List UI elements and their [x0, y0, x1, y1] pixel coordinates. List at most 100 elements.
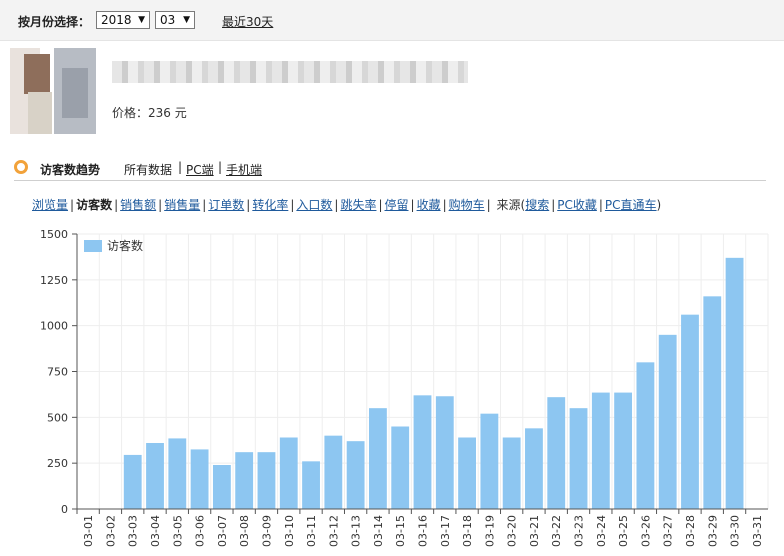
bullet-icon: [14, 160, 28, 174]
bar-03-28: [681, 314, 699, 509]
year-select[interactable]: 2018 ▼: [96, 11, 150, 29]
metric-link-1[interactable]: 访客数: [76, 198, 112, 212]
x-tick-label: 03-29: [706, 515, 719, 547]
x-tick-label: 03-13: [350, 515, 363, 547]
chevron-down-icon: ▼: [138, 15, 145, 25]
bar-03-26: [636, 362, 655, 509]
source-link-1[interactable]: PC收藏: [557, 198, 597, 212]
bar-03-04: [146, 443, 164, 509]
separator: |: [410, 198, 415, 212]
separator: |: [486, 198, 491, 212]
metric-link-6[interactable]: 入口数: [296, 198, 332, 212]
legend-label: 访客数: [107, 238, 143, 253]
trend-header: 访客数趋势 所有数据 | PC端 | 手机端: [14, 158, 766, 181]
recent-30-days-link[interactable]: 最近30天: [222, 13, 273, 30]
x-tick-label: 03-05: [171, 515, 184, 547]
bar-03-25: [614, 392, 633, 509]
chevron-down-icon: ▼: [183, 15, 190, 25]
bar-03-03: [123, 454, 142, 509]
bar-03-23: [569, 408, 588, 509]
separator: |: [334, 198, 339, 212]
metric-link-10[interactable]: 购物车: [449, 198, 485, 212]
bar-03-06: [190, 449, 209, 509]
metric-link-0[interactable]: 浏览量: [32, 198, 68, 212]
bar-03-07: [212, 465, 231, 509]
metric-link-4[interactable]: 订单数: [208, 198, 244, 212]
y-tick-label: 0: [61, 503, 68, 516]
x-tick-label: 03-03: [127, 515, 140, 547]
product-thumbnail[interactable]: [10, 48, 96, 134]
bar-03-05: [168, 438, 187, 509]
source-link-2[interactable]: PC直通车: [605, 198, 657, 212]
metric-link-7[interactable]: 跳失率: [340, 198, 376, 212]
x-tick-label: 03-22: [550, 515, 563, 547]
bar-03-18: [458, 437, 476, 509]
x-tick-label: 03-30: [729, 515, 742, 547]
bar-03-16: [413, 395, 432, 509]
x-tick-label: 03-26: [639, 515, 652, 547]
x-tick-label: 03-02: [104, 515, 117, 547]
tab-all-data[interactable]: 所有数据: [124, 161, 172, 178]
metric-link-list: 浏览量 | 访客数 | 销售额 | 销售量 | 订单数 | 转化率 | 入口数 | 跳失率 | 停留 | 收藏 | 购物…: [32, 198, 662, 212]
x-tick-label: 03-08: [238, 515, 251, 547]
separator: |: [551, 198, 556, 212]
x-tick-label: 03-31: [751, 515, 764, 547]
y-tick-label: 1500: [40, 228, 68, 241]
separator: |: [246, 198, 251, 212]
x-tick-label: 03-09: [260, 515, 273, 547]
bar-03-21: [525, 428, 543, 509]
x-tick-label: 03-15: [394, 515, 407, 547]
bar-03-10: [279, 437, 298, 509]
month-select-value: 03: [160, 13, 176, 27]
bar-03-29: [703, 296, 722, 509]
source-link-0[interactable]: 搜索: [525, 198, 549, 212]
bar-03-30: [725, 257, 744, 509]
x-tick-label: 03-06: [194, 515, 207, 547]
metric-link-2[interactable]: 销售额: [120, 198, 156, 212]
trend-title: 访客数趋势: [40, 163, 101, 177]
tab-pc[interactable]: PC端: [186, 161, 214, 178]
month-filter-label: 按月份选择：: [18, 15, 91, 29]
metric-link-8[interactable]: 停留: [385, 198, 409, 212]
metric-link-9[interactable]: 收藏: [417, 198, 441, 212]
product-title-blurred: [112, 61, 468, 83]
x-tick-label: 03-11: [305, 515, 318, 547]
x-tick-label: 03-04: [149, 515, 162, 547]
bar-03-24: [591, 392, 610, 509]
x-tick-label: 03-23: [573, 515, 586, 547]
x-tick-label: 03-28: [684, 515, 697, 547]
bar-03-15: [391, 426, 410, 509]
tab-mobile[interactable]: 手机端: [226, 161, 262, 178]
bar-03-27: [658, 334, 677, 509]
y-tick-label: 1000: [40, 320, 68, 333]
separator: |: [202, 198, 207, 212]
separator: |: [114, 198, 119, 212]
metric-link-5[interactable]: 转化率: [252, 198, 288, 212]
x-tick-label: 03-16: [417, 515, 430, 547]
x-tick-label: 03-14: [372, 515, 385, 547]
bar-03-19: [480, 413, 499, 509]
year-select-value: 2018: [101, 13, 132, 27]
metric-link-3[interactable]: 销售量: [164, 198, 200, 212]
x-tick-label: 03-10: [283, 515, 296, 547]
product-price: 价格：236 元: [112, 106, 187, 120]
x-tick-label: 03-07: [216, 515, 229, 547]
x-tick-label: 03-20: [506, 515, 519, 547]
bar-03-11: [302, 461, 320, 509]
separator: |: [70, 198, 75, 212]
bar-03-20: [502, 437, 521, 509]
month-select[interactable]: 03 ▼: [155, 11, 195, 29]
separator: |: [290, 198, 295, 212]
legend-swatch: [84, 240, 102, 252]
y-tick-label: 500: [47, 411, 68, 424]
bar-03-17: [435, 396, 454, 509]
x-tick-label: 03-19: [483, 515, 496, 547]
y-tick-label: 1250: [40, 274, 68, 287]
separator: |: [378, 198, 383, 212]
visitor-bar-chart: 0 250 500 750 1000 1250 1500 03-01 03-02 03-03 03-…: [40, 228, 769, 547]
x-tick-label: 03-27: [662, 515, 675, 547]
x-tick-label: 03-18: [461, 515, 474, 547]
bar-03-08: [235, 452, 254, 509]
y-tick-label: 250: [47, 457, 68, 470]
x-tick-label: 03-12: [327, 515, 340, 547]
